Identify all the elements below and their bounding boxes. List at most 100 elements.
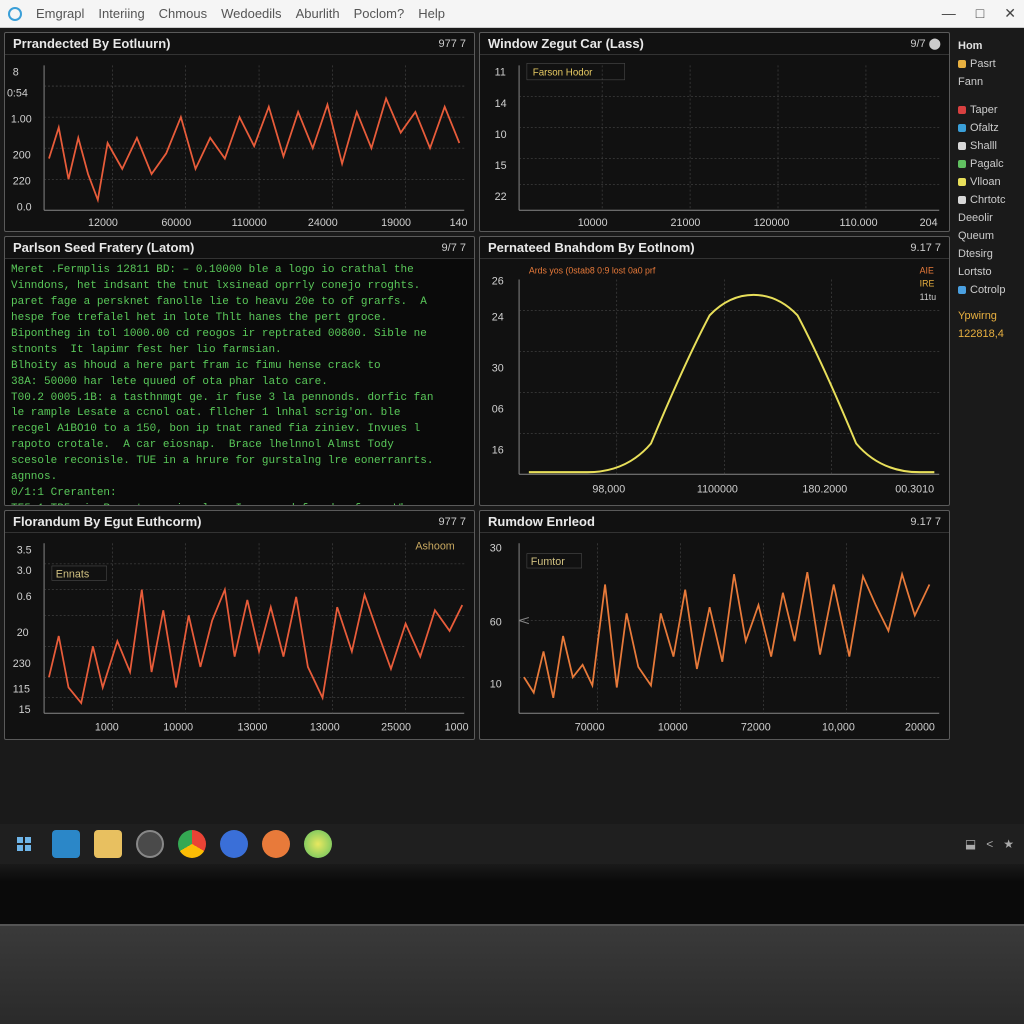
- close-button[interactable]: ✕: [1004, 5, 1016, 22]
- sidebar-label[interactable]: Shalll: [970, 140, 997, 152]
- svg-text:60: 60: [490, 616, 502, 628]
- console-output[interactable]: Meret .Fermplis 12811 BD: – 0.10000 ble …: [5, 259, 474, 505]
- chart-area[interactable]: Ashoom Ennats: [5, 533, 474, 739]
- svg-text:20000: 20000: [905, 722, 935, 734]
- sidebar-label[interactable]: Taper: [970, 104, 998, 116]
- panel-page: 977 7: [438, 38, 466, 50]
- svg-text:120000: 120000: [754, 217, 790, 229]
- svg-text:11: 11: [495, 66, 506, 78]
- menu-item[interactable]: Interiing: [98, 6, 144, 21]
- svg-text:200: 200: [13, 149, 31, 161]
- svg-text:25000: 25000: [381, 722, 411, 734]
- sidebar-label[interactable]: Chrtotc: [970, 194, 1005, 206]
- sidebar-label[interactable]: Cotrolp: [970, 284, 1005, 296]
- chrome-icon[interactable]: [178, 830, 206, 858]
- sidebar-label[interactable]: Lortsto: [958, 266, 992, 278]
- edge-icon[interactable]: [136, 830, 164, 858]
- svg-text:60000: 60000: [161, 217, 191, 229]
- file-explorer-icon[interactable]: [94, 830, 122, 858]
- panel-title: Rumdow Enrleod: [488, 514, 595, 529]
- svg-text:220: 220: [13, 175, 31, 187]
- misc-app-icon[interactable]: [304, 830, 332, 858]
- chart-area[interactable]: Fumtor 30 60 10 70000: [480, 533, 949, 739]
- maximize-button[interactable]: □: [976, 5, 984, 22]
- menu-item[interactable]: Poclom?: [354, 6, 405, 21]
- svg-text:10,000: 10,000: [822, 722, 855, 734]
- chart-area[interactable]: 8 0:54 1.00 200 220 0.0 12000 60000 1100…: [5, 55, 474, 231]
- svg-text:204: 204: [920, 217, 938, 229]
- tray-icon[interactable]: ⬓: [965, 837, 976, 851]
- svg-text:110.000: 110.000: [840, 217, 878, 229]
- menu-item[interactable]: Help: [418, 6, 445, 21]
- menu-item[interactable]: Wedoedils: [221, 6, 281, 21]
- svg-text:10000: 10000: [658, 722, 688, 734]
- start-button[interactable]: [10, 830, 38, 858]
- panel-page: 9.17 7: [910, 516, 941, 528]
- svg-text:00.3010: 00.3010: [895, 483, 934, 495]
- panel-console: Parlson Seed Fratery (Latom) 9/7 7 Meret…: [4, 236, 475, 506]
- tray-icon[interactable]: ★: [1003, 837, 1014, 851]
- svg-text:20: 20: [17, 627, 29, 639]
- svg-text:24: 24: [492, 311, 504, 323]
- svg-text:8: 8: [13, 66, 19, 78]
- svg-text:22: 22: [495, 191, 507, 203]
- minimize-button[interactable]: —: [942, 5, 956, 22]
- sidebar-label[interactable]: Pagalc: [970, 158, 1004, 170]
- sidebar-label[interactable]: Ofaltz: [970, 122, 999, 134]
- legend-sidebar: Hom Pasrt Fann Taper Ofaltz Shalll Pagal…: [954, 32, 1024, 820]
- keyboard-area: [0, 924, 1024, 1024]
- taskbar-app-icon[interactable]: [52, 830, 80, 858]
- svg-text:12000: 12000: [88, 217, 118, 229]
- svg-text:15: 15: [19, 704, 31, 716]
- panel-title: Prrandected By Eotluurn): [13, 36, 170, 51]
- sidebar-label[interactable]: Queum: [958, 230, 994, 242]
- window-controls: — □ ✕: [942, 5, 1016, 22]
- svg-text:30: 30: [490, 542, 502, 554]
- menubar: Emgrapl Interiing Chmous Wedoedils Aburl…: [0, 0, 1024, 28]
- sidebar-label[interactable]: Vlloan: [970, 176, 1001, 188]
- svg-text:Farson Hodor: Farson Hodor: [533, 67, 593, 78]
- svg-text:72000: 72000: [741, 722, 771, 734]
- svg-text:14: 14: [495, 98, 507, 110]
- svg-text:13000: 13000: [238, 722, 268, 734]
- svg-text:3.5: 3.5: [17, 544, 32, 556]
- panel-grid: Prrandected By Eotluurn) 977 7: [4, 32, 950, 820]
- sidebar-header: Hom: [958, 40, 982, 52]
- svg-text:Ashoom: Ashoom: [415, 540, 454, 552]
- svg-text:0.0: 0.0: [17, 201, 32, 213]
- sidebar-label[interactable]: Deeolir: [958, 212, 993, 224]
- svg-text:30: 30: [492, 363, 504, 375]
- system-tray[interactable]: ⬓ < ★: [965, 837, 1014, 851]
- svg-text:140: 140: [450, 217, 468, 229]
- svg-text:06: 06: [492, 404, 504, 416]
- svg-text:19000: 19000: [381, 217, 411, 229]
- panel-title: Window Zegut Car (Lass): [488, 36, 644, 51]
- safari-icon[interactable]: [220, 830, 248, 858]
- svg-text:11tu: 11tu: [920, 292, 936, 302]
- menu-item[interactable]: Emgrapl: [36, 6, 84, 21]
- svg-text:115: 115: [13, 683, 30, 695]
- svg-text:3.0: 3.0: [17, 565, 32, 577]
- chart-area[interactable]: Farson Hodor 11 14 10: [480, 55, 949, 231]
- menu-item[interactable]: Chmous: [159, 6, 207, 21]
- svg-text:1.00: 1.00: [11, 113, 32, 125]
- menu-item[interactable]: Aburlith: [296, 6, 340, 21]
- svg-text:AIE: AIE: [920, 265, 934, 275]
- monitor-bezel: [0, 864, 1024, 924]
- workspace: Prrandected By Eotluurn) 977 7: [0, 28, 1024, 824]
- sidebar-highlight: Ypwirng: [958, 310, 997, 322]
- svg-text:0.6: 0.6: [17, 591, 32, 603]
- svg-text:24000: 24000: [308, 217, 338, 229]
- svg-text:10000: 10000: [578, 217, 608, 229]
- tray-icon[interactable]: <: [986, 837, 993, 851]
- sidebar-label[interactable]: Dtesirg: [958, 248, 993, 260]
- svg-text:180.2000: 180.2000: [802, 483, 847, 495]
- sidebar-label: Pasrt: [970, 58, 996, 70]
- svg-text:10: 10: [495, 129, 507, 141]
- chart-area[interactable]: Ards yos (0stab8 0:9 lost 0a0 prf AIE IR…: [480, 259, 949, 505]
- panel-pernateed: Pernateed Bnahdom By Eotlnom) 9.17 7 Ard…: [479, 236, 950, 506]
- panel-page: 9/7 7: [442, 242, 466, 254]
- firefox-icon[interactable]: [262, 830, 290, 858]
- svg-text:Ennats: Ennats: [56, 568, 90, 580]
- panel-title: Parlson Seed Fratery (Latom): [13, 240, 194, 255]
